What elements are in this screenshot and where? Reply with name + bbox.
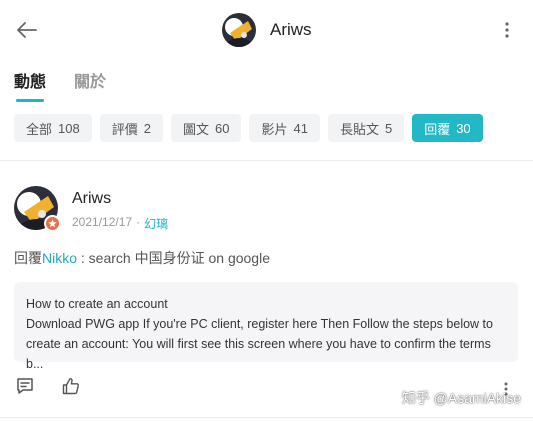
- filter-long-posts[interactable]: 長貼文 5: [327, 114, 405, 142]
- post-author[interactable]: Ariws: [72, 190, 111, 208]
- filter-count: 41: [293, 120, 308, 136]
- filter-image-posts[interactable]: 圖文 60: [170, 114, 242, 142]
- profile-tabs: 動態 關於: [14, 68, 106, 102]
- filter-label: 全部: [26, 121, 53, 137]
- reply-prefix: 回覆: [14, 250, 42, 266]
- page-title: Ariws: [270, 20, 312, 39]
- profile-header: Ariws: [222, 12, 312, 48]
- like-button[interactable]: [60, 375, 82, 397]
- vertical-dots-icon: [505, 22, 509, 38]
- quoted-post[interactable]: How to create an account Download PWG ap…: [14, 282, 518, 371]
- filter-label: 長貼文: [339, 121, 379, 137]
- bottom-divider: [0, 417, 533, 418]
- filter-count: 108: [58, 120, 80, 136]
- more-options-button[interactable]: [501, 18, 513, 42]
- filter-label: 圖文: [182, 121, 209, 137]
- filter-count: 60: [214, 120, 230, 136]
- post-actions: [14, 375, 82, 397]
- quoted-title: How to create an account: [26, 297, 168, 311]
- meta-separator: ·: [136, 215, 141, 229]
- arrow-left-icon: [17, 22, 37, 38]
- subforum-link[interactable]: 幻璃: [144, 215, 168, 232]
- post-meta: 2021/12/17 · 幻璃: [72, 215, 168, 232]
- filter-count: 2: [143, 120, 151, 136]
- thumbs-up-icon: [62, 378, 79, 395]
- tab-about[interactable]: 關於: [74, 68, 106, 102]
- top-bar: Ariws: [0, 0, 533, 60]
- comment-button[interactable]: [14, 375, 36, 397]
- post-date: 2021/12/17: [72, 215, 133, 229]
- reply-body: : search 中国身份证 on google: [77, 250, 270, 266]
- watermark: 知乎 @AsamiAkise: [401, 390, 521, 406]
- tab-activity[interactable]: 動態: [14, 68, 46, 102]
- section-divider: [0, 160, 533, 161]
- avatar[interactable]: [222, 13, 256, 47]
- comment-icon: [17, 378, 33, 394]
- filter-label: 評價: [111, 121, 138, 137]
- filter-reviews[interactable]: 評價 2: [99, 114, 163, 142]
- filter-chips: 全部 108 評價 2 圖文 60 影片 41 長貼文 5 回覆 30: [14, 114, 483, 142]
- filter-label: 影片: [261, 121, 288, 137]
- star-badge-icon: [44, 215, 61, 232]
- filter-all[interactable]: 全部 108: [14, 114, 92, 142]
- post-avatar[interactable]: [14, 186, 61, 232]
- filter-count: 30: [456, 120, 471, 136]
- filter-count: 5: [384, 120, 393, 136]
- filter-videos[interactable]: 影片 41: [249, 114, 320, 142]
- reply-text: 回覆Nikko : search 中国身份证 on google: [14, 248, 270, 268]
- mention-link[interactable]: Nikko: [42, 250, 77, 266]
- quoted-body: Download PWG app If you're PC client, re…: [26, 317, 493, 371]
- filter-label: 回覆: [424, 121, 451, 137]
- back-button[interactable]: [14, 17, 40, 43]
- filter-replies[interactable]: 回覆 30: [412, 114, 483, 142]
